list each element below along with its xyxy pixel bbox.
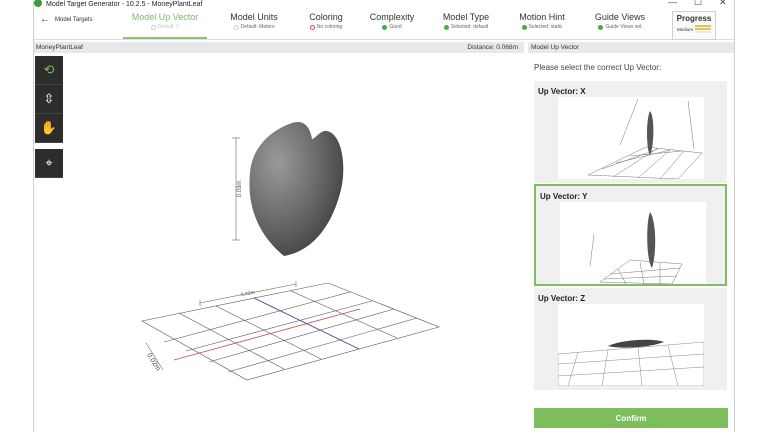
tab-model-type[interactable]: Model Type Selected: default — [424, 12, 508, 30]
status-dot-icon — [150, 24, 156, 30]
viewport-toolbar: ⟲ ⇳ ✋ ⌖ — [35, 56, 63, 178]
progress-label: Progress — [676, 14, 712, 23]
back-label: Model Targets — [55, 17, 93, 23]
depth-label: 0.02m — [145, 352, 161, 372]
window-title: Model Target Generator - 10.2.5 - MoneyP… — [46, 1, 203, 8]
progress-indicator[interactable]: Progress Medium — [672, 11, 716, 40]
status-dot-icon — [521, 24, 527, 30]
up-vector-option-y[interactable]: Up Vector: Y — [534, 184, 727, 286]
center-target-icon[interactable]: ⌖ — [35, 149, 63, 178]
tab-status: Guide Views set — [605, 24, 642, 30]
window-right-edge — [734, 0, 735, 432]
up-vector-x-preview — [558, 97, 704, 179]
option-label: Up Vector: X — [538, 87, 586, 96]
tab-status: Default: Y — [157, 24, 180, 30]
vertical-move-icon[interactable]: ⇳ — [35, 85, 63, 114]
leaf-model — [249, 121, 344, 257]
status-dot-icon — [443, 24, 449, 30]
confirm-button[interactable]: Confirm — [534, 408, 728, 428]
up-vector-z-preview — [558, 304, 704, 386]
x-axis-line — [173, 308, 361, 361]
app-logo-icon — [34, 0, 42, 7]
tab-label: Model Type — [442, 12, 490, 22]
rotate-icon[interactable]: ⟲ — [35, 56, 63, 85]
active-tab-underline — [123, 37, 207, 39]
viewport-header: MoneyPlantLeaf Distance: 0.068m — [34, 42, 524, 53]
height-label: 0.03m — [237, 181, 243, 198]
ground-grid — [141, 282, 440, 381]
maximize-button[interactable]: ☐ — [694, 0, 702, 7]
tab-label: Motion Hint — [519, 12, 565, 22]
tab-guide-views[interactable]: Guide Views Guide Views set — [578, 12, 662, 30]
status-dot-icon — [233, 24, 239, 30]
status-dot-icon — [598, 24, 604, 30]
tab-motion-hint[interactable]: Motion Hint Selected: static — [500, 12, 584, 30]
progress-level: Medium — [677, 27, 694, 32]
title-bar: Model Target Generator - 10.2.5 - MoneyP… — [0, 0, 768, 9]
tab-label: Complexity — [369, 12, 415, 22]
up-vector-panel: Model Up Vector Please select the correc… — [528, 42, 734, 432]
width-label: 0.02m — [240, 290, 255, 299]
up-vector-y-preview — [560, 202, 706, 284]
tab-status: Selected: static — [528, 24, 563, 30]
pan-hand-icon[interactable]: ✋ — [35, 114, 63, 143]
tab-status: No coloring — [316, 24, 343, 30]
up-vector-option-x[interactable]: Up Vector: X — [534, 81, 727, 183]
status-dot-icon — [382, 24, 388, 30]
tab-status: Good — [389, 24, 402, 30]
tab-label: Model Up Vector — [131, 12, 199, 22]
panel-prompt: Please select the correct Up Vector: — [534, 63, 662, 72]
tab-status: Default: Meters — [240, 24, 275, 30]
option-label: Up Vector: Y — [540, 192, 588, 201]
step-navigation: ← Model Targets Model Up Vector Default:… — [34, 9, 734, 40]
tab-label: Guide Views — [594, 12, 646, 22]
panel-title: Model Up Vector — [528, 42, 734, 53]
progress-bars-icon — [695, 25, 711, 34]
tab-model-up-vector[interactable]: Model Up Vector Default: Y — [123, 12, 207, 39]
tab-status: Selected: default — [450, 24, 489, 30]
up-vector-option-z[interactable]: Up Vector: Z — [534, 288, 727, 390]
minimize-button[interactable]: — — [668, 0, 677, 7]
model-name: MoneyPlantLeaf — [36, 44, 83, 51]
close-button[interactable]: ✕ — [719, 0, 727, 7]
tab-complexity[interactable]: Complexity Good — [350, 12, 434, 30]
arrow-left-icon: ← — [40, 14, 50, 25]
error-circle-icon — [309, 24, 315, 30]
back-button[interactable]: ← Model Targets — [40, 15, 93, 25]
option-label: Up Vector: Z — [538, 294, 586, 303]
3d-viewport[interactable]: 0.02m 0.02m 0.03m — [34, 53, 524, 432]
distance-readout: Distance: 0.068m — [467, 44, 518, 51]
